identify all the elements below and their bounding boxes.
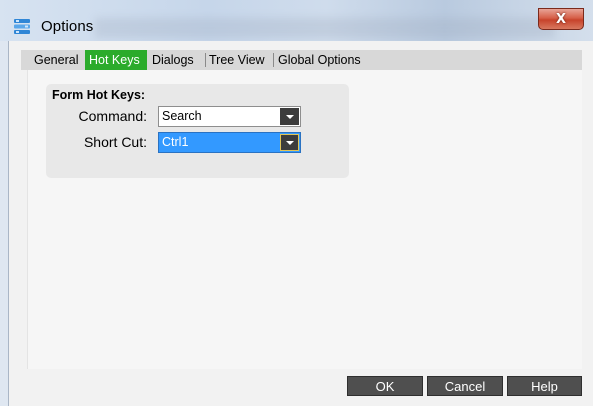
chevron-down-icon[interactable]: [280, 108, 299, 125]
shortcut-dropdown[interactable]: Ctrl1: [158, 132, 301, 153]
tab-separator: [273, 53, 274, 67]
command-dropdown[interactable]: Search: [158, 106, 301, 127]
shortcut-value: Ctrl1: [162, 135, 189, 149]
group-title: Form Hot Keys:: [52, 88, 146, 102]
help-button[interactable]: Help: [507, 376, 582, 396]
tab-hot-keys-label: Hot Keys: [89, 53, 140, 67]
cancel-button[interactable]: Cancel: [427, 376, 503, 396]
tab-global-options-label: Global Options: [278, 53, 361, 67]
tab-separator: [205, 53, 206, 67]
ok-button[interactable]: OK: [347, 376, 423, 396]
tab-tree-view[interactable]: Tree View: [209, 50, 271, 70]
tab-dialogs[interactable]: Dialogs: [152, 50, 204, 70]
tab-strip: General Hot Keys Dialogs Tree View Globa…: [21, 50, 582, 70]
close-button[interactable]: X: [538, 8, 584, 30]
command-label: Command:: [78, 108, 147, 124]
close-icon: X: [555, 11, 567, 27]
command-value: Search: [162, 109, 202, 123]
tab-global-options[interactable]: Global Options: [278, 50, 378, 70]
tab-dialogs-label: Dialogs: [152, 53, 194, 67]
title-bar[interactable]: Options X: [0, 0, 593, 41]
tab-general[interactable]: General: [34, 50, 82, 70]
window-title: Options: [41, 18, 94, 35]
options-dialog: Options X General Hot Keys Dialogs Tree …: [0, 0, 593, 406]
chevron-down-icon[interactable]: [280, 134, 299, 151]
tab-hot-keys[interactable]: Hot Keys: [85, 50, 147, 70]
options-app-icon: [14, 19, 30, 34]
shortcut-label: Short Cut:: [83, 134, 147, 150]
tab-tree-view-label: Tree View: [209, 53, 265, 67]
tab-general-label: General: [34, 53, 79, 67]
